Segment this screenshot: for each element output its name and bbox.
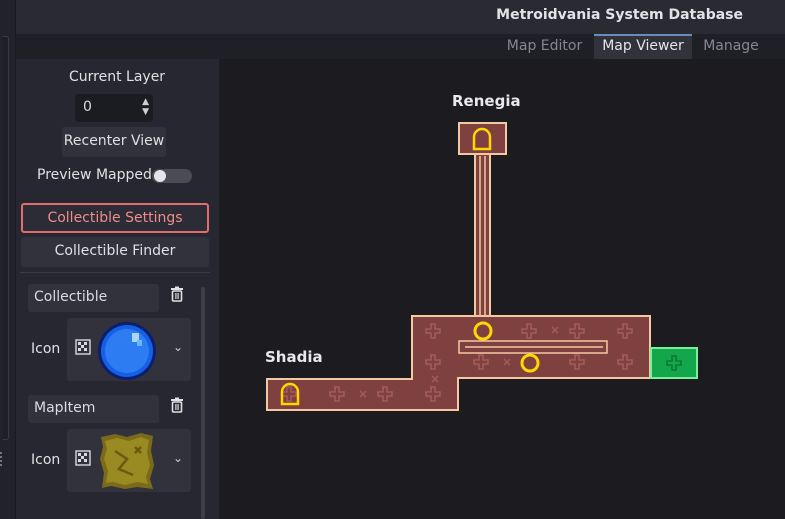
map-viewer-canvas[interactable]: Renegia Shadia bbox=[219, 59, 785, 519]
room-special-green[interactable] bbox=[650, 347, 698, 379]
edit-texture-icon[interactable] bbox=[75, 339, 91, 359]
tab-map-viewer[interactable]: Map Viewer bbox=[594, 34, 692, 59]
left-dock-edge bbox=[0, 0, 16, 519]
blue-orb-icon bbox=[97, 320, 157, 380]
collectible-finder-button[interactable]: Collectible Finder bbox=[21, 237, 209, 267]
recenter-view-button[interactable]: Recenter View bbox=[62, 127, 166, 157]
current-layer-label: Current Layer bbox=[69, 69, 166, 85]
chevron-down-icon[interactable]: ⌄ bbox=[173, 340, 183, 354]
dock-resize-grip[interactable] bbox=[3, 36, 9, 440]
divider bbox=[20, 272, 210, 273]
layer-value: 0 bbox=[83, 99, 92, 115]
collectible-name-field[interactable]: MapItem bbox=[28, 395, 159, 423]
icon-label: Icon bbox=[31, 341, 61, 357]
sidebar-scrollbar[interactable] bbox=[201, 287, 205, 519]
tab-bar: Map Editor Map Viewer Manage bbox=[16, 34, 785, 59]
preview-mapped-label: Preview Mapped bbox=[37, 167, 152, 183]
collectible-settings-button[interactable]: Collectible Settings bbox=[21, 203, 209, 233]
treasure-map-icon bbox=[97, 431, 157, 491]
spin-arrows-icon[interactable]: ▲ ▼ bbox=[142, 97, 149, 117]
toggle-knob bbox=[154, 170, 166, 182]
icon-picker[interactable]: ⌄ bbox=[67, 429, 191, 492]
room-central[interactable] bbox=[266, 315, 651, 411]
window-header: Metroidvania System Database bbox=[16, 0, 785, 34]
dock-handle[interactable] bbox=[0, 452, 4, 466]
trash-icon[interactable] bbox=[164, 396, 190, 422]
corridor-vertical[interactable] bbox=[474, 153, 491, 318]
layer-spinbox[interactable]: 0 ▲ ▼ bbox=[75, 94, 153, 122]
trash-icon[interactable] bbox=[164, 285, 190, 311]
collectible-name-field[interactable]: Collectible bbox=[28, 284, 159, 312]
map-grid bbox=[266, 122, 698, 411]
tab-map-editor[interactable]: Map Editor bbox=[501, 34, 588, 59]
chevron-down-icon[interactable]: ⌄ bbox=[173, 451, 183, 465]
window-title: Metroidvania System Database bbox=[496, 7, 743, 23]
icon-label: Icon bbox=[31, 452, 61, 468]
icon-picker[interactable]: ⌄ bbox=[67, 318, 191, 381]
preview-mapped-toggle[interactable] bbox=[152, 169, 192, 183]
edit-texture-icon[interactable] bbox=[75, 450, 91, 470]
viewer-sidebar: Current Layer 0 ▲ ▼ Recenter View Preview… bbox=[16, 59, 219, 519]
tab-manage[interactable]: Manage bbox=[698, 34, 764, 59]
